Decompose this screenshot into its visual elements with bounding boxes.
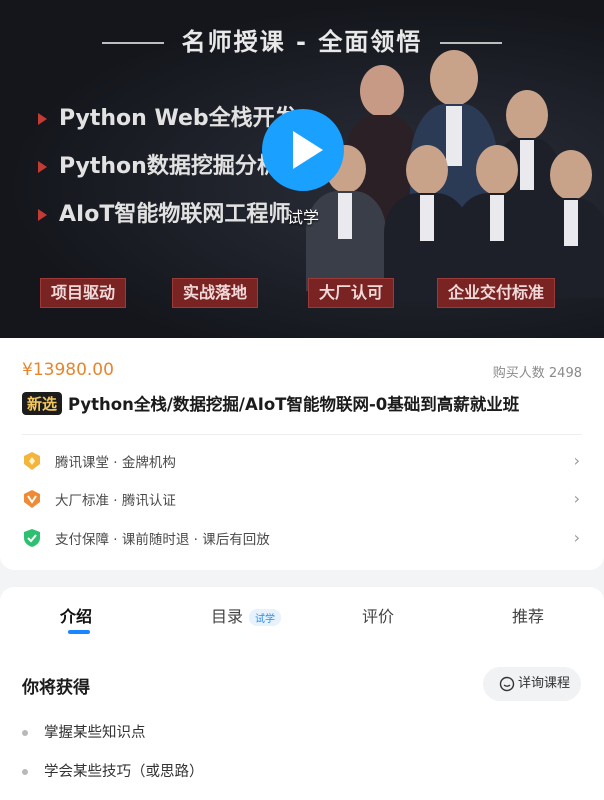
active-tab-indicator xyxy=(68,630,90,634)
banner-bullet: Python数据挖掘分析 xyxy=(38,148,279,180)
feature-row-standard[interactable]: 大厂标准 · 腾讯认证 › xyxy=(22,486,582,512)
course-info-card: ¥13980.00 购买人数 2498 新选 Python全栈/数据挖掘/AIoT… xyxy=(0,338,604,570)
consult-course-button[interactable]: 详询课程 xyxy=(483,667,581,701)
course-title: Python全栈/数据挖掘/AIoT智能物联网-0基础到高薪就业班 xyxy=(68,395,520,414)
bullet-triangle-icon xyxy=(38,161,47,173)
banner-bullet: AIoT智能物联网工程师 xyxy=(38,196,290,228)
list-item: 学会某些技巧（或思路） xyxy=(22,760,204,781)
section-title: 你将获得 xyxy=(22,678,90,698)
banner-tag: 大厂认可 xyxy=(308,278,395,308)
tab-recommend[interactable]: 推荐 xyxy=(512,603,544,627)
course-video-banner[interactable]: 名师授课 - 全面领悟 Python Web全栈开发 Python数据挖掘分析 … xyxy=(0,0,604,338)
trial-label[interactable]: 试学 xyxy=(270,204,336,228)
chat-bubble-icon xyxy=(499,676,515,692)
banner-bullet-text: Python Web全栈开发 xyxy=(59,106,297,131)
divider xyxy=(22,434,582,435)
feature-row-payment[interactable]: 支付保障 · 课前随时退 · 课后有回放 › xyxy=(22,525,582,551)
chevron-right-icon: › xyxy=(573,489,580,508)
play-button[interactable] xyxy=(262,109,344,191)
bullet-dot xyxy=(22,769,28,775)
play-icon xyxy=(293,131,323,169)
tab-catalog-label: 目录 xyxy=(211,607,244,626)
trial-badge: 试学 xyxy=(249,609,282,626)
list-item: 掌握某些知识点 xyxy=(22,721,146,742)
banner-bullet: Python Web全栈开发 xyxy=(38,100,297,132)
tab-intro[interactable]: 介绍 xyxy=(60,603,92,627)
green-shield-icon xyxy=(24,529,40,547)
chevron-right-icon: › xyxy=(573,451,580,470)
feature-text: 支付保障 · 课前随时退 · 课后有回放 xyxy=(55,532,270,548)
banner-bullet-text: AIoT智能物联网工程师 xyxy=(59,202,291,227)
tab-catalog[interactable]: 目录 试学 xyxy=(211,603,282,627)
banner-bullet-text: Python数据挖掘分析 xyxy=(59,154,279,179)
course-title-row: 新选 Python全栈/数据挖掘/AIoT智能物联网-0基础到高薪就业班 xyxy=(22,391,592,415)
banner-tag: 企业交付标准 xyxy=(437,278,556,308)
chevron-right-icon: › xyxy=(573,528,580,547)
headline-rule-left xyxy=(101,42,164,44)
headline-rule-right xyxy=(440,42,503,44)
feature-text: 腾讯课堂 · 金牌机构 xyxy=(55,455,176,471)
list-item-text: 学会某些技巧（或思路） xyxy=(44,764,204,780)
banner-tags: 项目驱动 实战落地 大厂认可 企业交付标准 xyxy=(0,278,604,308)
bullet-triangle-icon xyxy=(38,113,47,125)
bullet-dot xyxy=(22,730,28,736)
course-tabs-card: 介绍 目录 试学 评价 推荐 你将获得 详询课程 掌握某些知识点 学会某些技巧（或… xyxy=(0,587,604,800)
banner-tag: 项目驱动 xyxy=(40,278,127,308)
v-badge-icon xyxy=(24,490,40,508)
buyer-count: 购买人数 2498 xyxy=(492,366,582,381)
feature-text: 大厂标准 · 腾讯认证 xyxy=(55,493,176,509)
tab-reviews[interactable]: 评价 xyxy=(362,603,394,627)
banner-tag: 实战落地 xyxy=(172,278,259,308)
feature-row-tencent-class[interactable]: 腾讯课堂 · 金牌机构 › xyxy=(22,448,582,474)
consult-label: 详询课程 xyxy=(518,676,571,691)
bullet-triangle-icon xyxy=(38,209,47,221)
new-select-badge: 新选 xyxy=(22,391,63,415)
gold-shield-icon xyxy=(24,452,40,470)
list-item-text: 掌握某些知识点 xyxy=(44,725,146,741)
course-price: ¥13980.00 xyxy=(22,360,114,380)
